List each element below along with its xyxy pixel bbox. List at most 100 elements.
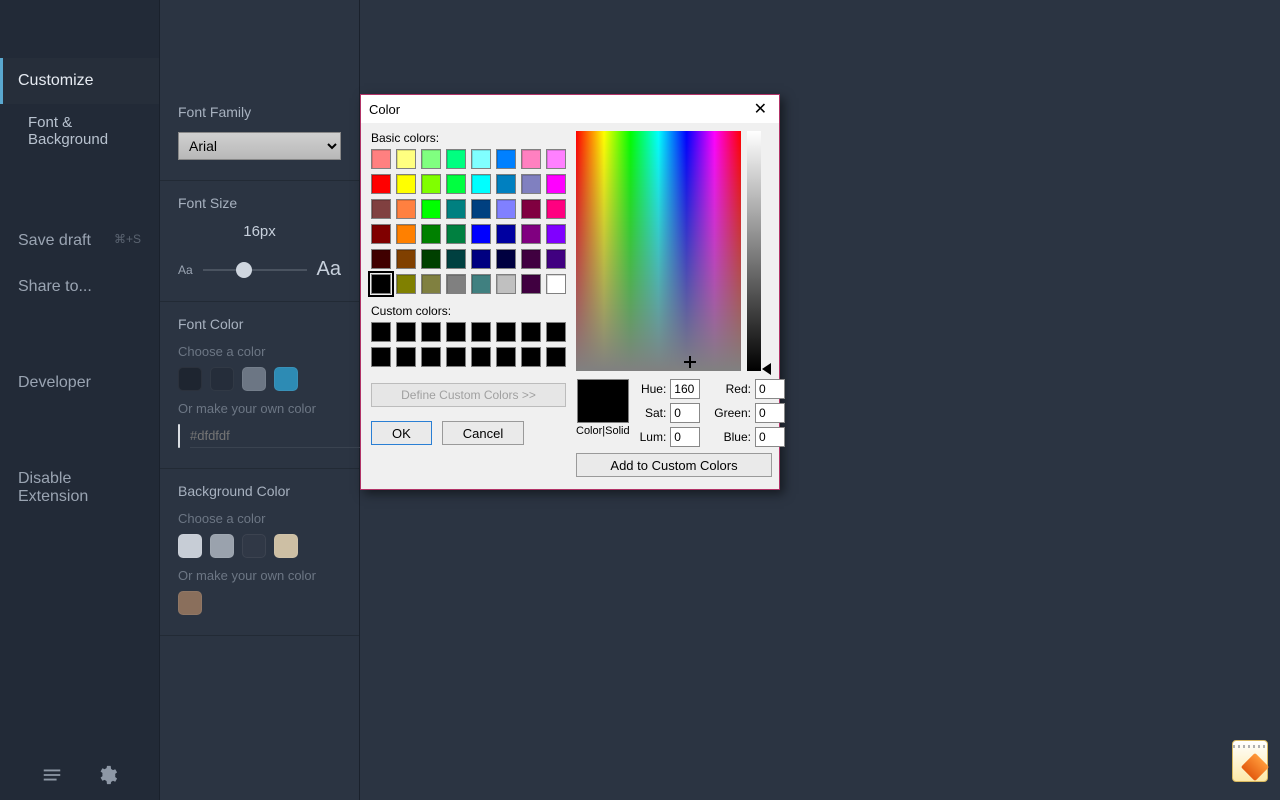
basic-color-cell[interactable] (546, 224, 566, 244)
luminosity-slider[interactable] (747, 131, 761, 371)
bg-color-swatch[interactable] (178, 534, 202, 558)
font-color-swatch[interactable] (210, 367, 234, 391)
basic-color-cell[interactable] (521, 174, 541, 194)
basic-color-cell[interactable] (446, 274, 466, 294)
custom-color-cell[interactable] (371, 322, 391, 342)
basic-color-cell[interactable] (371, 174, 391, 194)
custom-color-cell[interactable] (371, 347, 391, 367)
basic-color-cell[interactable] (496, 249, 516, 269)
custom-color-cell[interactable] (396, 322, 416, 342)
basic-color-cell[interactable] (446, 199, 466, 219)
custom-color-cell[interactable] (496, 347, 516, 367)
list-icon[interactable] (41, 764, 63, 786)
basic-color-cell[interactable] (371, 274, 391, 294)
sat-input[interactable] (670, 403, 700, 423)
basic-color-cell[interactable] (421, 149, 441, 169)
basic-color-cell[interactable] (396, 249, 416, 269)
bg-color-custom-swatch[interactable] (178, 591, 202, 615)
bg-color-swatch[interactable] (242, 534, 266, 558)
nav-save-draft[interactable]: Save draft ⌘+S (0, 218, 159, 264)
basic-color-cell[interactable] (496, 274, 516, 294)
basic-color-cell[interactable] (371, 249, 391, 269)
basic-color-cell[interactable] (546, 249, 566, 269)
notepad-icon[interactable] (1232, 740, 1268, 782)
nav-font-background[interactable]: Font & Background (0, 104, 159, 158)
basic-color-cell[interactable] (371, 224, 391, 244)
basic-color-cell[interactable] (521, 149, 541, 169)
font-size-slider[interactable] (203, 269, 307, 271)
custom-color-cell[interactable] (471, 347, 491, 367)
basic-color-cell[interactable] (471, 249, 491, 269)
basic-color-cell[interactable] (446, 249, 466, 269)
basic-color-cell[interactable] (471, 174, 491, 194)
basic-color-cell[interactable] (446, 224, 466, 244)
nav-customize[interactable]: Customize (0, 58, 159, 104)
custom-color-cell[interactable] (421, 322, 441, 342)
basic-color-cell[interactable] (421, 174, 441, 194)
nav-share-to[interactable]: Share to... (0, 264, 159, 310)
red-label: Red: (726, 382, 751, 396)
color-gradient-picker[interactable] (576, 131, 741, 371)
custom-color-cell[interactable] (496, 322, 516, 342)
close-icon[interactable]: ✕ (750, 99, 771, 119)
ok-button[interactable]: OK (371, 421, 432, 445)
gear-icon[interactable] (96, 764, 118, 786)
font-color-hex-input[interactable] (190, 424, 366, 448)
cancel-button[interactable]: Cancel (442, 421, 524, 445)
custom-color-cell[interactable] (546, 322, 566, 342)
bg-color-swatch[interactable] (274, 534, 298, 558)
nav-disable-extension[interactable]: Disable Extension (0, 456, 159, 520)
basic-color-cell[interactable] (421, 224, 441, 244)
custom-color-cell[interactable] (546, 347, 566, 367)
font-size-thumb[interactable] (236, 262, 252, 278)
basic-color-cell[interactable] (396, 199, 416, 219)
green-input[interactable] (755, 403, 785, 423)
add-to-custom-colors-button[interactable]: Add to Custom Colors (576, 453, 772, 477)
basic-color-cell[interactable] (471, 224, 491, 244)
lum-input[interactable] (670, 427, 700, 447)
basic-color-cell[interactable] (521, 249, 541, 269)
basic-color-cell[interactable] (421, 199, 441, 219)
basic-color-cell[interactable] (446, 149, 466, 169)
custom-color-cell[interactable] (446, 322, 466, 342)
blue-input[interactable] (755, 427, 785, 447)
basic-color-cell[interactable] (546, 174, 566, 194)
basic-color-cell[interactable] (421, 249, 441, 269)
basic-color-cell[interactable] (521, 224, 541, 244)
hue-input[interactable] (670, 379, 700, 399)
basic-color-cell[interactable] (496, 174, 516, 194)
basic-color-cell[interactable] (546, 274, 566, 294)
basic-color-cell[interactable] (421, 274, 441, 294)
font-family-select[interactable]: Arial (178, 132, 341, 160)
basic-color-cell[interactable] (396, 174, 416, 194)
bg-color-swatch[interactable] (210, 534, 234, 558)
custom-color-cell[interactable] (521, 347, 541, 367)
custom-color-cell[interactable] (471, 322, 491, 342)
font-color-swatch[interactable] (242, 367, 266, 391)
basic-color-cell[interactable] (471, 199, 491, 219)
basic-color-cell[interactable] (396, 224, 416, 244)
font-color-swatch[interactable] (178, 367, 202, 391)
basic-color-cell[interactable] (396, 274, 416, 294)
basic-color-cell[interactable] (471, 149, 491, 169)
font-color-swatch[interactable] (274, 367, 298, 391)
basic-color-cell[interactable] (521, 199, 541, 219)
basic-color-cell[interactable] (546, 149, 566, 169)
custom-color-cell[interactable] (446, 347, 466, 367)
basic-color-cell[interactable] (446, 174, 466, 194)
custom-color-cell[interactable] (396, 347, 416, 367)
basic-color-cell[interactable] (371, 199, 391, 219)
red-input[interactable] (755, 379, 785, 399)
basic-color-cell[interactable] (496, 224, 516, 244)
basic-color-cell[interactable] (371, 149, 391, 169)
custom-color-cell[interactable] (421, 347, 441, 367)
basic-color-cell[interactable] (496, 199, 516, 219)
font-color-custom-swatch[interactable] (178, 424, 180, 448)
basic-color-cell[interactable] (471, 274, 491, 294)
basic-color-cell[interactable] (396, 149, 416, 169)
nav-developer[interactable]: Developer (0, 360, 159, 406)
basic-color-cell[interactable] (496, 149, 516, 169)
basic-color-cell[interactable] (521, 274, 541, 294)
custom-color-cell[interactable] (521, 322, 541, 342)
basic-color-cell[interactable] (546, 199, 566, 219)
